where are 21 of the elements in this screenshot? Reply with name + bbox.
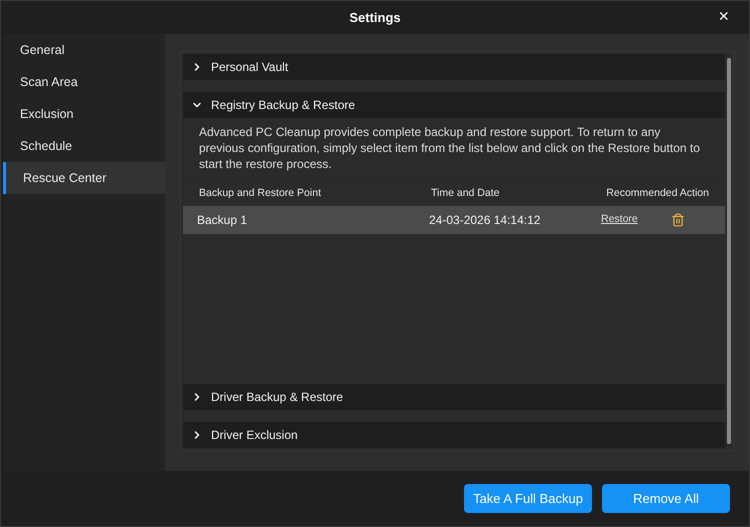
section-header[interactable]: Personal Vault: [183, 54, 725, 80]
close-button[interactable]: ×: [718, 7, 729, 25]
trash-icon[interactable]: [671, 213, 685, 227]
column-header: Time and Date: [431, 186, 500, 201]
table-cell-text: 24-03-2026 14:14:12: [429, 212, 542, 229]
column-header: Backup and Restore Point: [199, 186, 322, 201]
section-header[interactable]: Registry Backup & Restore: [183, 92, 725, 118]
description-text: Advanced PC Cleanup provides complete backup and restore support. To return to any previous configuration, simply select item from the list below and click on the Restore button to start the restore process.: [198, 124, 701, 173]
restore-link[interactable]: Restore: [601, 212, 671, 228]
section-header[interactable]: Driver Backup & Restore: [183, 384, 725, 410]
table-cell-text: Backup 1: [197, 212, 248, 229]
window-title: Settings: [349, 8, 401, 27]
column-header: Recommended Action: [605, 186, 709, 201]
sidebar-item[interactable]: Exclusion: [3, 98, 165, 130]
scrollbar[interactable]: [727, 58, 731, 444]
section-header[interactable]: Driver Exclusion: [183, 422, 725, 448]
sidebar-item[interactable]: General: [3, 34, 165, 66]
sidebar-item[interactable]: Rescue Center: [3, 162, 165, 194]
sidebar-item[interactable]: Schedule: [3, 130, 165, 162]
table-row[interactable]: Backup 1 24-03-2026 14:14:12 Restore: [183, 206, 725, 234]
sidebar-item[interactable]: Scan Area: [3, 66, 165, 98]
